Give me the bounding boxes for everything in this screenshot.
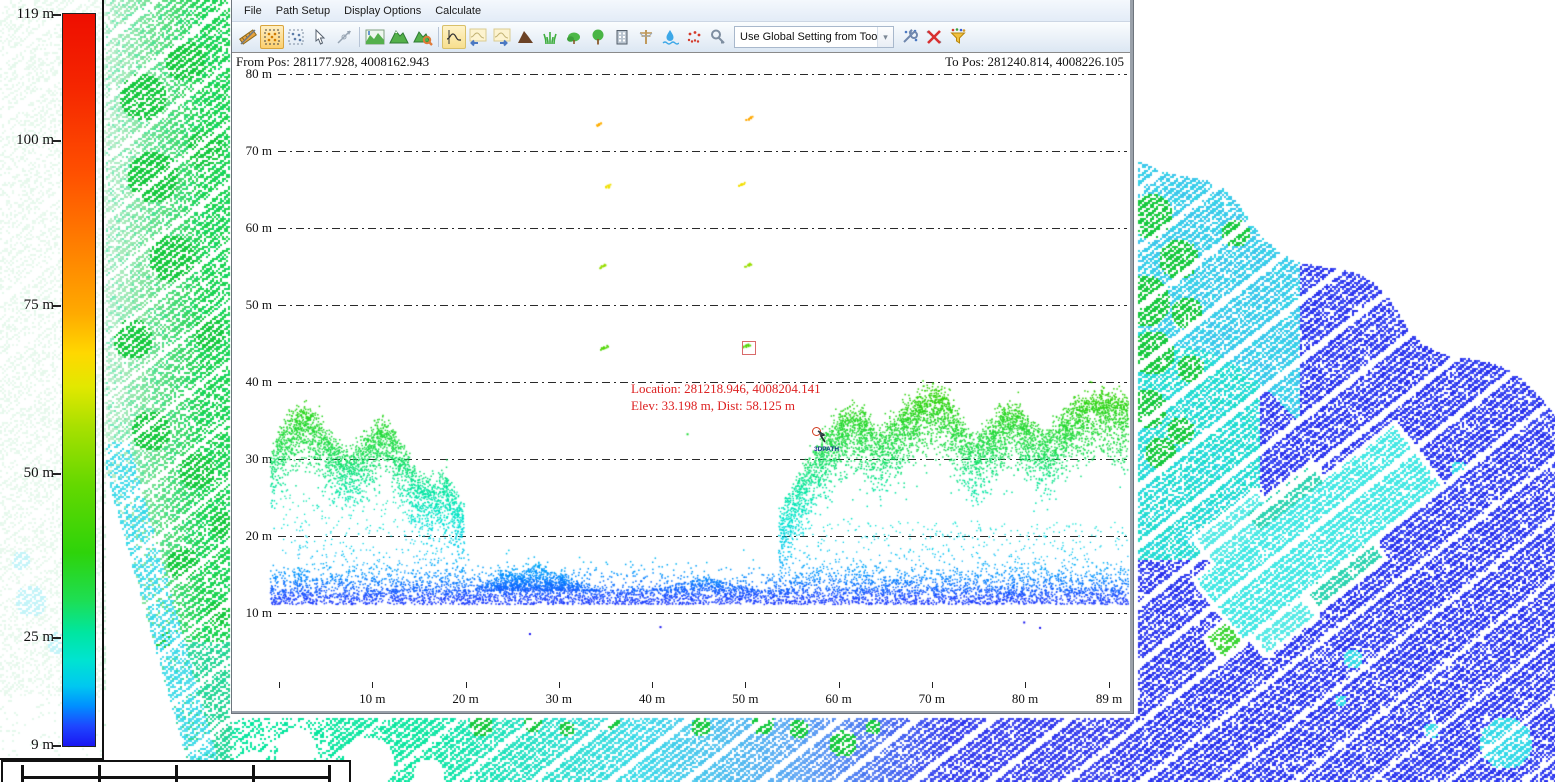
water-class-icon[interactable] — [658, 25, 682, 49]
application-stage: 119 m 100 m 75 m 50 m 25 m 9 m File Path… — [0, 0, 1555, 782]
powerline-class-icon[interactable] — [634, 25, 658, 49]
settings-points-icon[interactable] — [898, 25, 922, 49]
tree-class-icon[interactable] — [586, 25, 610, 49]
legend-tick — [52, 14, 61, 16]
cursor-arrow-icon — [816, 430, 834, 446]
map-scalebar-panel — [1, 760, 351, 782]
pick-line-cursor-icon[interactable] — [332, 25, 356, 49]
legend-label: 100 m — [16, 132, 54, 149]
terrain-settings-icon[interactable] — [411, 25, 435, 49]
legend-label: 75 m — [24, 297, 54, 314]
global-setting-dropdown[interactable]: Use Global Setting from Toolbar ▾ — [734, 26, 894, 48]
menubar: File Path Setup Display Options Calculat… — [232, 0, 1130, 22]
scalebar-tick — [98, 765, 101, 782]
delete-points-icon[interactable] — [922, 25, 946, 49]
selected-point-box[interactable] — [742, 341, 756, 355]
grass-class-icon[interactable] — [538, 25, 562, 49]
cursor-label: 3DPATH — [814, 446, 839, 453]
measure-tool-icon[interactable] — [236, 25, 260, 49]
toolbar: Use Global Setting from Toolbar ▾ — [232, 22, 1130, 53]
menu-path-setup[interactable]: Path Setup — [269, 3, 337, 19]
building-class-icon[interactable] — [610, 25, 634, 49]
mountain-class-icon[interactable] — [514, 25, 538, 49]
dropdown-arrow-icon[interactable]: ▾ — [877, 27, 893, 47]
profile-view-icon[interactable] — [442, 25, 466, 49]
terrain-profile-icon[interactable] — [387, 25, 411, 49]
profile-next-icon[interactable] — [490, 25, 514, 49]
profile-plot-area[interactable]: From Pos: 281177.928, 4008162.943 To Pos… — [232, 52, 1130, 711]
toolbar-separator — [438, 27, 439, 47]
elevation-legend-panel: 119 m 100 m 75 m 50 m 25 m 9 m — [0, 0, 104, 760]
profile-chart-icon[interactable] — [363, 25, 387, 49]
legend-tick — [52, 473, 61, 475]
legend-tick — [52, 305, 61, 307]
cursor-annotation: Location: 281218.946, 4008204.141 Elev: … — [631, 380, 821, 414]
dropdown-value: Use Global Setting from Toolbar — [735, 31, 877, 43]
scalebar-tick — [252, 765, 255, 782]
menu-calculate[interactable]: Calculate — [428, 3, 488, 19]
profile-region-select-alt-icon[interactable] — [284, 25, 308, 49]
annotation-elev-dist: Elev: 33.198 m, Dist: 58.125 m — [631, 397, 821, 414]
menu-display-options[interactable]: Display Options — [337, 3, 428, 19]
legend-label: 119 m — [17, 6, 54, 23]
mouse-cursor: 3DPATH — [808, 425, 848, 455]
scalebar-tick — [328, 765, 331, 782]
points-class-icon[interactable] — [682, 25, 706, 49]
legend-label: 9 m — [31, 737, 54, 754]
profile-prev-icon[interactable] — [466, 25, 490, 49]
scalebar-tick — [21, 765, 24, 782]
profile-region-select-icon[interactable] — [260, 25, 284, 49]
scalebar-tick — [175, 765, 178, 782]
shrub-class-icon[interactable] — [562, 25, 586, 49]
toolbar-separator — [359, 27, 360, 47]
elevation-colorbar — [62, 13, 96, 747]
legend-tick — [52, 745, 61, 747]
pick-point-cursor-icon[interactable] — [308, 25, 332, 49]
menu-file[interactable]: File — [237, 3, 269, 19]
legend-tick — [52, 140, 61, 142]
legend-tick — [52, 637, 61, 639]
legend-label: 25 m — [24, 629, 54, 646]
profile-window: File Path Setup Display Options Calculat… — [232, 0, 1133, 713]
annotation-location: Location: 281218.946, 4008204.141 — [631, 380, 821, 397]
filter-points-icon[interactable] — [946, 25, 970, 49]
key-search-icon[interactable] — [706, 25, 730, 49]
legend-label: 50 m — [24, 465, 54, 482]
